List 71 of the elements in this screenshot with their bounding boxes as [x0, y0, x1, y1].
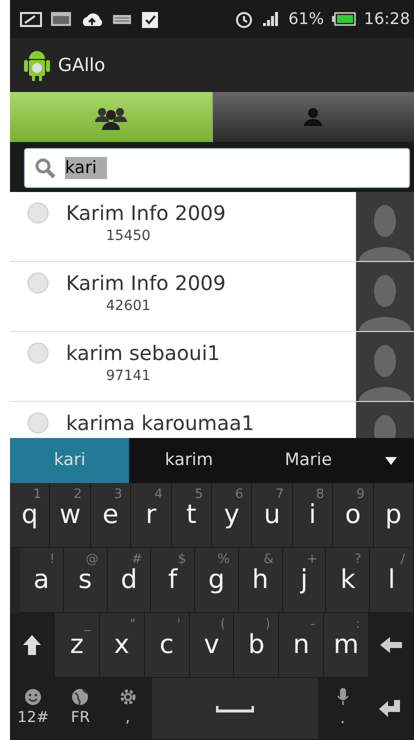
notification-icon	[20, 10, 42, 28]
key[interactable]: & h	[238, 548, 283, 613]
key[interactable]: ' c	[144, 613, 190, 678]
backspace-icon	[378, 634, 404, 656]
clipboard-check-icon	[140, 9, 160, 29]
tab[interactable]	[10, 92, 212, 142]
key[interactable]: / l	[370, 548, 414, 613]
radio-icon[interactable]	[26, 411, 50, 435]
window-icon	[50, 10, 72, 28]
contact-row[interactable]: Karim Info 2009 15450	[10, 192, 414, 262]
key[interactable]: 4 r	[131, 483, 172, 548]
search-icon	[34, 157, 56, 179]
battery-percent: 61%	[288, 8, 324, 30]
suggestion[interactable]: Marie	[248, 438, 368, 483]
shift-key[interactable]	[10, 613, 55, 678]
contact-name: Karim Info 2009	[66, 200, 226, 226]
contact-number: 15450	[105, 227, 152, 246]
key[interactable]: " x	[100, 613, 145, 678]
key[interactable]: 9 o	[333, 483, 374, 548]
key[interactable]: ! a	[20, 548, 64, 613]
key[interactable]: 6 y	[212, 483, 252, 548]
alarm-icon	[234, 9, 254, 29]
suggestion[interactable]: kari	[10, 438, 130, 483]
globe-key[interactable]: FR	[57, 678, 105, 740]
person-icon	[303, 107, 324, 127]
microphone-icon	[334, 687, 351, 708]
clock-time: 16:28	[364, 8, 410, 30]
android-icon	[24, 48, 50, 82]
radio-icon[interactable]	[26, 271, 50, 295]
contact-name: Karim Info 2009	[66, 270, 226, 296]
contact-number: 97141	[105, 367, 152, 386]
emoji-key[interactable]: 12#	[10, 678, 58, 740]
keyboard-icon	[112, 12, 132, 26]
enter-icon	[378, 698, 402, 720]
app-title: GAllo	[58, 54, 106, 78]
key[interactable]: + j	[282, 548, 326, 613]
key[interactable]: 2 w	[50, 483, 91, 548]
contact-row[interactable]: karim sebaoui1 97141	[10, 332, 414, 402]
contact-name: karima karoumaa1	[66, 410, 254, 436]
key[interactable]: ? k	[326, 548, 370, 613]
radio-icon[interactable]	[26, 201, 50, 225]
mic-key[interactable]: .	[319, 678, 367, 740]
signal-icon	[262, 11, 280, 27]
contact-row[interactable]: Karim Info 2009 42601	[10, 262, 414, 332]
key[interactable]: @ s	[64, 548, 108, 613]
key[interactable]: 5 t	[172, 483, 212, 548]
contact-number: 42601	[105, 297, 152, 316]
key[interactable]: ) b	[234, 613, 280, 678]
key[interactable]: - n	[279, 613, 324, 678]
gear-key[interactable]: ,	[104, 678, 152, 740]
smiley-icon	[24, 688, 42, 706]
key[interactable]: _ z	[54, 613, 100, 678]
key[interactable]: 3 e	[90, 483, 132, 548]
suggestion[interactable]: karim	[129, 438, 249, 483]
key[interactable]: : m	[324, 613, 370, 678]
battery-icon	[332, 12, 356, 26]
key[interactable]: % g	[195, 548, 239, 613]
gear-icon	[118, 688, 137, 706]
key[interactable]: ( v	[190, 613, 234, 678]
key[interactable]: 7 u	[252, 483, 293, 548]
key[interactable]: # d	[108, 548, 152, 613]
key[interactable]: p	[374, 483, 414, 548]
globe-icon	[71, 688, 90, 706]
contact-name: karim sebaoui1	[66, 340, 220, 366]
backspace-key[interactable]	[369, 613, 414, 678]
spacebar-icon	[216, 704, 254, 712]
key[interactable]: 8 i	[292, 483, 334, 548]
key[interactable]: 1 q	[10, 483, 50, 548]
search-field[interactable]: kari	[24, 148, 410, 188]
radio-icon[interactable]	[26, 341, 50, 365]
key[interactable]: $ f	[151, 548, 196, 613]
